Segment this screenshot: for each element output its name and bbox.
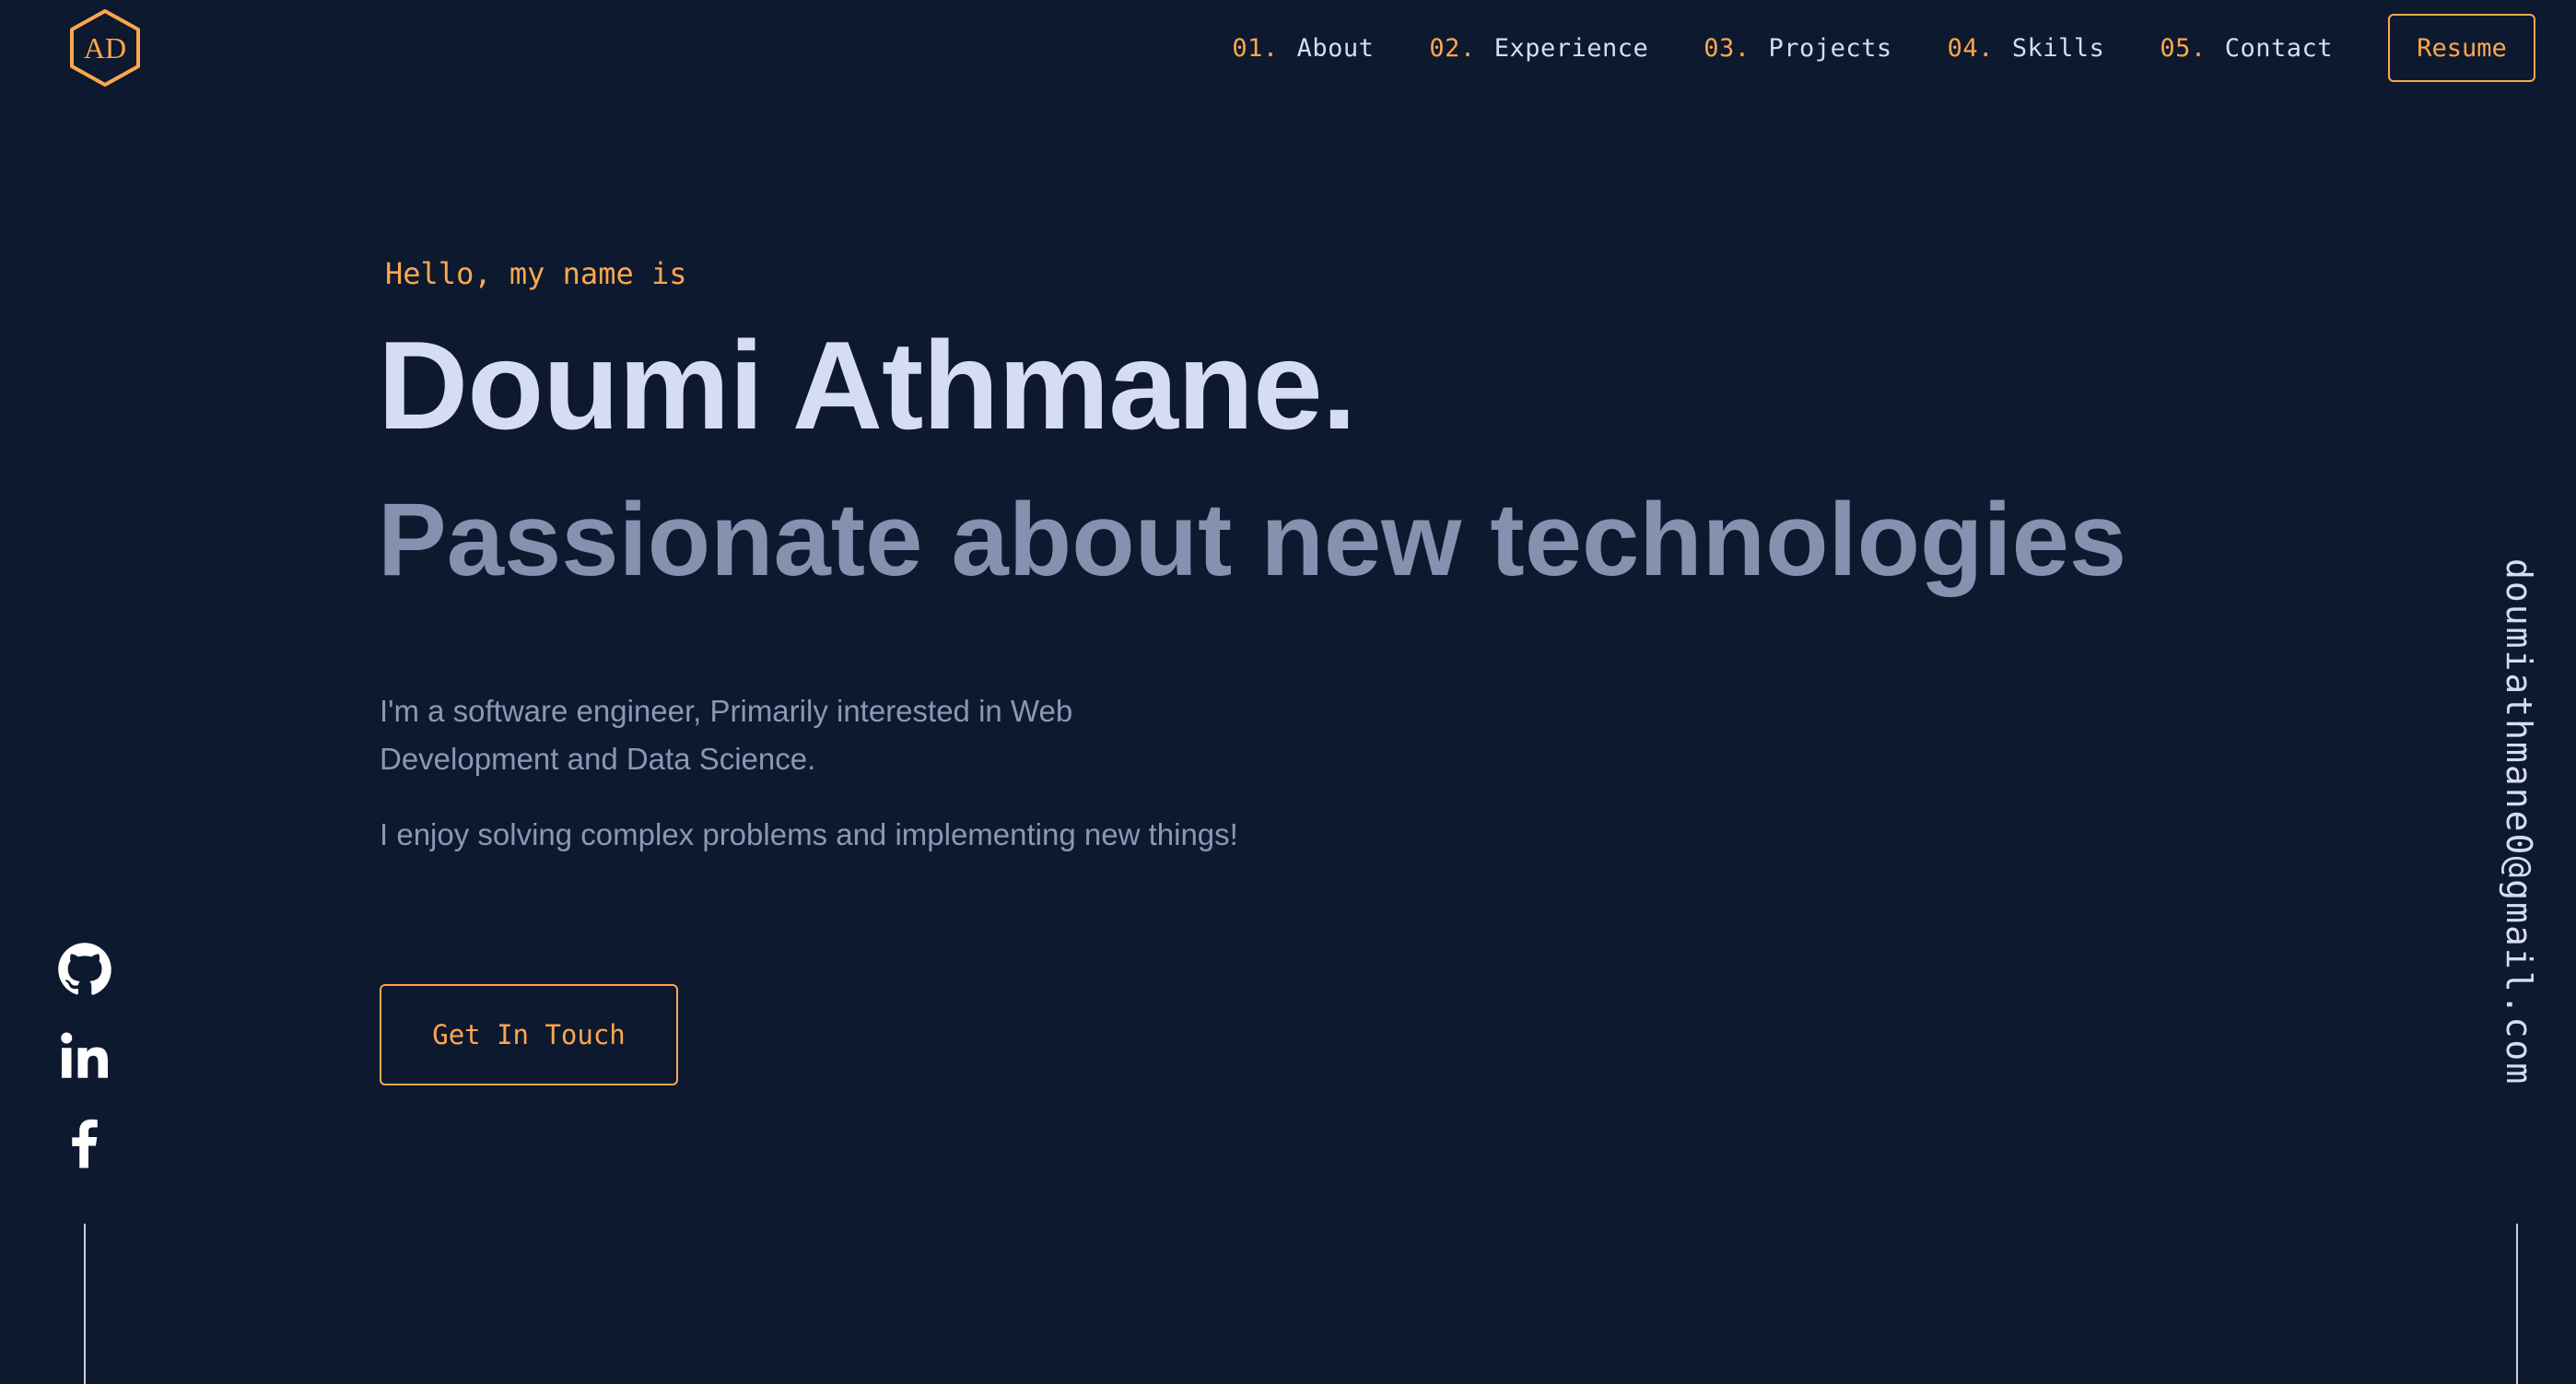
- nav-item-number: 01.: [1232, 33, 1279, 63]
- nav-item-contact[interactable]: 05. Contact: [2160, 34, 2333, 63]
- nav-item-experience[interactable]: 02. Experience: [1429, 34, 1648, 63]
- hero-greeting: Hello, my name is: [385, 256, 687, 291]
- nav-item-projects[interactable]: 03. Projects: [1704, 34, 1891, 63]
- hero-bio: I'm a software engineer, Primarily inter…: [380, 694, 1073, 776]
- nav-item-label: Experience: [1493, 33, 1649, 63]
- nav-item-about[interactable]: 01. About: [1232, 34, 1374, 63]
- nav-item-number: 03.: [1704, 33, 1751, 63]
- hero-name: Doumi Athmane.: [378, 315, 1356, 455]
- nav-item-number: 04.: [1947, 33, 1994, 63]
- facebook-icon[interactable]: [57, 1115, 112, 1170]
- email-link[interactable]: doumiathmane0@gmail.com: [2491, 558, 2547, 1172]
- nav-item-label: Projects: [1768, 33, 1892, 63]
- nav-item-label: Contact: [2224, 33, 2333, 63]
- left-sidebar-line: [84, 1224, 86, 1384]
- nav-item-number: 02.: [1429, 33, 1476, 63]
- right-sidebar-line: [2516, 1224, 2518, 1384]
- hero-bio-secondary: I enjoy solving complex problems and imp…: [380, 817, 1238, 851]
- get-in-touch-button[interactable]: Get In Touch: [380, 984, 678, 1085]
- logo-text: AD: [83, 31, 127, 65]
- main-nav: 01. About 02. Experience 03. Projects 04…: [1232, 0, 2535, 96]
- linkedin-icon[interactable]: [57, 1028, 112, 1084]
- github-icon[interactable]: [57, 942, 112, 997]
- nav-item-number: 05.: [2160, 33, 2207, 63]
- hero-tagline: Passionate about new technologies: [378, 482, 2127, 597]
- resume-button[interactable]: Resume: [2388, 14, 2535, 82]
- nav-item-label: About: [1296, 33, 1375, 63]
- nav-item-label: Skills: [2011, 33, 2105, 63]
- nav-item-skills[interactable]: 04. Skills: [1948, 34, 2105, 63]
- logo[interactable]: AD: [68, 7, 142, 88]
